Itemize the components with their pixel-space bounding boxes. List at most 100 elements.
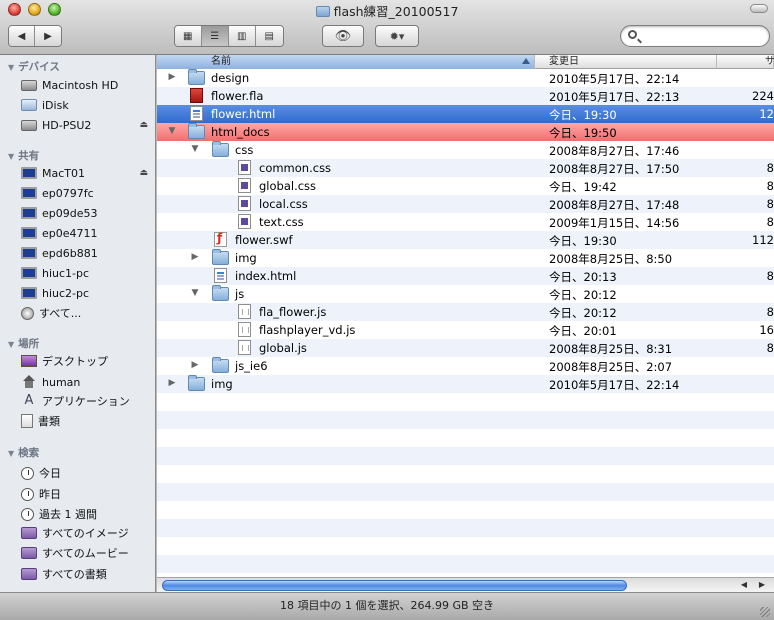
- scroll-right-arrow-icon[interactable]: ▶: [755, 579, 769, 591]
- file-row[interactable]: fla_flower.js 今日、20:12 8: [157, 303, 774, 321]
- file-name: flower.swf: [235, 233, 293, 247]
- sidebar-item-desktop[interactable]: デスクトップ: [21, 351, 154, 371]
- disclosure-triangle-icon: ▼: [8, 340, 15, 349]
- file-date: 2008年8月25日、2:07: [549, 360, 673, 374]
- sidebar-item-past-week[interactable]: 過去 1 週間: [21, 504, 154, 524]
- disclosure-closed-icon[interactable]: ▶: [167, 378, 177, 388]
- disclosure-closed-icon[interactable]: ▶: [190, 360, 200, 370]
- file-row[interactable]: flower.swf 今日、19:30 112: [157, 231, 774, 249]
- disclosure-closed-icon[interactable]: ▶: [190, 252, 200, 262]
- column-size[interactable]: サ: [717, 55, 774, 69]
- list-view-button[interactable]: ☰: [201, 26, 230, 46]
- search-field[interactable]: [620, 25, 770, 47]
- sidebar-item-idisk[interactable]: iDisk: [21, 95, 154, 115]
- sidebar-item-ep0e4711[interactable]: ep0e4711: [21, 223, 154, 243]
- sidebar-item-all-documents[interactable]: すべての書類: [21, 564, 154, 584]
- file-row[interactable]: ▶ js_ie6 2008年8月25日、2:07: [157, 357, 774, 375]
- column-date[interactable]: 変更日: [535, 55, 717, 69]
- sidebar-item-label: hiuc1-pc: [42, 266, 90, 280]
- column-view-icon: ▥: [237, 30, 247, 42]
- file-date: 2008年8月25日、8:31: [549, 342, 673, 356]
- sidebar-item-ep09de53[interactable]: ep09de53: [21, 203, 154, 223]
- empty-row: [157, 393, 774, 411]
- file-name: global.css: [259, 179, 317, 193]
- empty-row: [157, 501, 774, 519]
- file-row[interactable]: common.css 2008年8月27日、17:50 8: [157, 159, 774, 177]
- empty-row: [157, 411, 774, 429]
- sidebar-item-epd6b881[interactable]: epd6b881: [21, 243, 154, 263]
- disclosure-closed-icon[interactable]: ▶: [167, 72, 177, 82]
- js-file-icon: [238, 340, 251, 355]
- home-icon: [21, 375, 37, 389]
- file-row[interactable]: index.html 今日、20:13 8: [157, 267, 774, 285]
- file-row[interactable]: ▼ js 今日、20:12: [157, 285, 774, 303]
- sidebar-item-today[interactable]: 今日: [21, 463, 154, 483]
- sidebar-item-hiuc1-pc[interactable]: hiuc1-pc: [21, 263, 154, 283]
- horizontal-scrollbar[interactable]: ◀ ▶: [157, 577, 774, 592]
- monitor-icon: [21, 247, 37, 259]
- disclosure-open-icon[interactable]: ▼: [167, 126, 177, 136]
- sidebar-item-all-movies[interactable]: すべてのムービー: [21, 543, 154, 563]
- icon-view-button[interactable]: ▦: [175, 26, 202, 46]
- file-row[interactable]: global.css 今日、19:42 8: [157, 177, 774, 195]
- back-button[interactable]: ◀: [9, 26, 36, 46]
- file-row[interactable]: global.js 2008年8月25日、8:31 8: [157, 339, 774, 357]
- file-name: html_docs: [211, 125, 270, 139]
- status-bar: 18 項目中の 1 個を選択、264.99 GB 空き: [0, 592, 774, 620]
- file-row[interactable]: flower.fla 2010年5月17日、22:13 224: [157, 87, 774, 105]
- scroll-left-arrow-icon[interactable]: ◀: [737, 579, 751, 591]
- sidebar-item-macintosh-hd[interactable]: Macintosh HD: [21, 75, 154, 95]
- coverflow-view-button[interactable]: ▤: [255, 26, 283, 46]
- sidebar-item-label: ep0e4711: [42, 226, 98, 240]
- column-view-button[interactable]: ▥: [229, 26, 256, 46]
- sidebar-section-places[interactable]: ▼ 場所: [8, 336, 39, 351]
- idisk-icon: [21, 99, 37, 111]
- file-row-selected[interactable]: flower.html 今日、19:30 12: [157, 105, 774, 123]
- file-row-labeled-red[interactable]: ▼ html_docs 今日、19:50: [157, 123, 774, 141]
- empty-row: [157, 555, 774, 573]
- toolbar-toggle-button[interactable]: [750, 4, 768, 13]
- column-name[interactable]: 名前: [157, 55, 535, 69]
- monitor-icon: [21, 287, 37, 299]
- sidebar-section-devices[interactable]: ▼ デバイス: [8, 59, 60, 74]
- disclosure-open-icon[interactable]: ▼: [190, 144, 200, 154]
- sidebar-item-documents[interactable]: 書類: [21, 411, 154, 431]
- action-menu-button[interactable]: ✹▾: [375, 25, 419, 47]
- file-row[interactable]: ▶ design 2010年5月17日、22:14: [157, 69, 774, 87]
- sidebar-item-applications[interactable]: A アプリケーション: [21, 391, 154, 411]
- sidebar-item-human[interactable]: human: [21, 372, 154, 392]
- file-row[interactable]: text.css 2009年1月15日、14:56 8: [157, 213, 774, 231]
- sidebar-item-label: 過去 1 週間: [39, 508, 97, 521]
- sidebar-item-hd-psu2[interactable]: HD-PSU2 ⏏: [21, 115, 154, 135]
- empty-row: [157, 483, 774, 501]
- sidebar-section-search[interactable]: ▼ 検索: [8, 445, 39, 460]
- sidebar-item-yesterday[interactable]: 昨日: [21, 484, 154, 504]
- sidebar-item-all-images[interactable]: すべてのイメージ: [21, 523, 154, 543]
- search-input[interactable]: [643, 28, 763, 44]
- forward-button[interactable]: ▶: [35, 26, 61, 46]
- folder-icon: [315, 6, 330, 17]
- file-row[interactable]: ▶ img 2010年5月17日、22:14: [157, 375, 774, 393]
- file-rows: ▶ design 2010年5月17日、22:14 flower.fla 201…: [157, 69, 774, 573]
- folder-icon: [212, 357, 229, 373]
- file-name: index.html: [235, 269, 297, 283]
- disclosure-open-icon[interactable]: ▼: [190, 288, 200, 298]
- resize-grip-icon[interactable]: [760, 607, 770, 617]
- folder-icon: [188, 69, 205, 85]
- quicklook-button[interactable]: 👁: [322, 25, 364, 47]
- sidebar-item-hiuc2-pc[interactable]: hiuc2-pc: [21, 283, 154, 303]
- file-row[interactable]: ▶ img 2008年8月25日、8:50: [157, 249, 774, 267]
- sidebar-section-shared[interactable]: ▼ 共有: [8, 148, 39, 163]
- file-row[interactable]: ▼ css 2008年8月27日、17:46: [157, 141, 774, 159]
- coverflow-view-icon: ▤: [264, 30, 274, 42]
- eject-icon[interactable]: ⏏: [139, 120, 148, 130]
- sidebar-item-label: hiuc2-pc: [42, 286, 90, 300]
- sidebar-item-ep0797fc[interactable]: ep0797fc: [21, 183, 154, 203]
- eject-icon[interactable]: ⏏: [139, 168, 148, 178]
- sidebar-item-mact01[interactable]: MacT01 ⏏: [21, 163, 154, 183]
- sidebar-item-all-shared[interactable]: すべて...: [21, 303, 154, 323]
- scrollbar-thumb[interactable]: [162, 580, 627, 591]
- file-date: 2008年8月27日、17:50: [549, 162, 680, 176]
- file-row[interactable]: flashplayer_vd.js 今日、20:01 16: [157, 321, 774, 339]
- file-row[interactable]: local.css 2008年8月27日、17:48 8: [157, 195, 774, 213]
